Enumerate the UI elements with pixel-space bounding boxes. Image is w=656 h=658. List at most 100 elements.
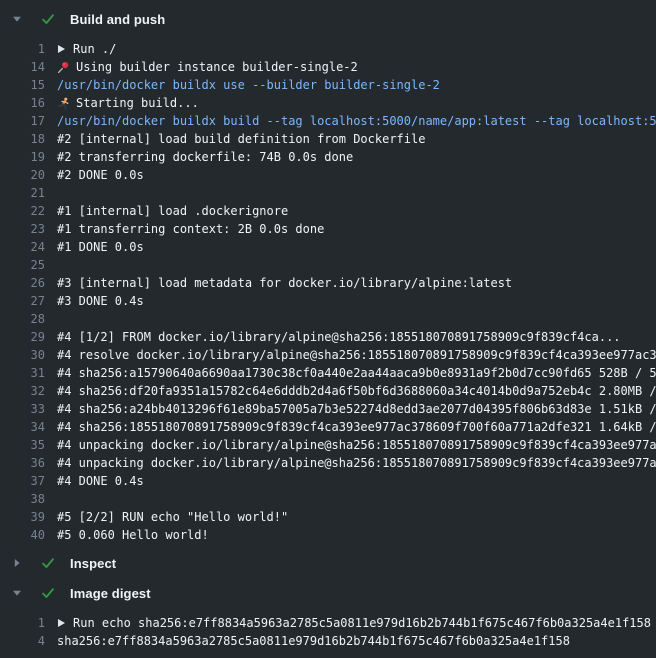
expand-group-icon[interactable] xyxy=(57,44,66,54)
line-number[interactable]: 21 xyxy=(0,184,45,202)
pushpin-icon xyxy=(57,61,70,74)
log-text-cell: #3 [internal] load metadata for docker.i… xyxy=(57,274,512,292)
line-number[interactable]: 25 xyxy=(0,256,45,274)
line-number[interactable]: 39 xyxy=(0,508,45,526)
line-number[interactable]: 37 xyxy=(0,472,45,490)
line-number[interactable]: 18 xyxy=(0,130,45,148)
line-number[interactable]: 29 xyxy=(0,328,45,346)
log-text: #4 sha256:a24bb4013296f61e89ba57005a7b3e… xyxy=(57,400,656,418)
log-text: #4 sha256:185518070891758909c9f839cf4ca3… xyxy=(57,418,656,436)
log-line: 1Run echo sha256:e7ff8834a5963a2785c5a08… xyxy=(0,614,656,632)
log-text-cell: #2 transferring dockerfile: 74B 0.0s don… xyxy=(57,148,353,166)
line-number[interactable]: 35 xyxy=(0,436,45,454)
step-header-image-digest[interactable]: Image digest xyxy=(0,578,656,608)
log-line: 4 sha256:e7ff8834a5963a2785c5a0811e979d16… xyxy=(0,632,656,650)
line-number[interactable]: 20 xyxy=(0,166,45,184)
log-text: #5 [2/2] RUN echo "Hello world!" xyxy=(57,508,288,526)
log-line: 23 #1 transferring context: 2B 0.0s done xyxy=(0,220,656,238)
log-text-cell: #4 DONE 0.4s xyxy=(57,472,144,490)
log-line: 38 xyxy=(0,490,656,508)
line-number[interactable]: 19 xyxy=(0,148,45,166)
log-line: 32#4 sha256:df20fa9351a15782c64e6dddb2d4… xyxy=(0,382,656,400)
step-header-inspect[interactable]: Inspect xyxy=(0,548,656,578)
step-title: Build and push xyxy=(70,12,165,27)
line-number[interactable]: 1 xyxy=(0,40,45,58)
line-number[interactable]: 33 xyxy=(0,400,45,418)
log-text-cell: #1 transferring context: 2B 0.0s done xyxy=(57,220,324,238)
log-text: #1 DONE 0.0s xyxy=(57,238,144,256)
log-line: 1 Run ./ xyxy=(0,40,656,58)
log-text: Using builder instance builder-single-2 xyxy=(76,58,358,76)
log-line: 20 #2 DONE 0.0s xyxy=(0,166,656,184)
line-number[interactable]: 14 xyxy=(0,58,45,76)
line-number[interactable]: 17 xyxy=(0,112,45,130)
line-number[interactable]: 15 xyxy=(0,76,45,94)
log-line: 14 Using builder instance builder-single-… xyxy=(0,58,656,76)
line-number[interactable]: 30 xyxy=(0,346,45,364)
line-number[interactable]: 40 xyxy=(0,526,45,544)
line-number[interactable]: 32 xyxy=(0,382,45,400)
log-text: #4 resolve docker.io/library/alpine@sha2… xyxy=(57,346,656,364)
log-text-cell: #5 0.060 Hello world! xyxy=(57,526,209,544)
line-number[interactable]: 36 xyxy=(0,454,45,472)
log-text-cell: sha256:e7ff8834a5963a2785c5a0811e979d16b… xyxy=(57,632,570,650)
log-line: 21 xyxy=(0,184,656,202)
line-number[interactable]: 34 xyxy=(0,418,45,436)
log-text: #4 DONE 0.4s xyxy=(57,472,144,490)
log-text-cell: #4 resolve docker.io/library/alpine@sha2… xyxy=(57,346,656,364)
log-text: #2 [internal] load build definition from… xyxy=(57,130,425,148)
log-text-cell: #4 unpacking docker.io/library/alpine@sh… xyxy=(57,436,656,454)
log-line: 39 #5 [2/2] RUN echo "Hello world!" xyxy=(0,508,656,526)
log-text-cell: Run ./ xyxy=(57,40,116,58)
log-line: 35 #4 unpacking docker.io/library/alpine@… xyxy=(0,436,656,454)
runner-icon xyxy=(57,97,70,110)
log-line: 18 #2 [internal] load build definition fr… xyxy=(0,130,656,148)
line-number[interactable]: 16 xyxy=(0,94,45,112)
line-number[interactable]: 26 xyxy=(0,274,45,292)
log-line: 25 xyxy=(0,256,656,274)
chevron-down-icon xyxy=(10,14,23,24)
log-text-cell: #4 [1/2] FROM docker.io/library/alpine@s… xyxy=(57,328,621,346)
line-number[interactable]: 4 xyxy=(0,632,45,650)
line-number[interactable]: 31 xyxy=(0,364,45,382)
line-number[interactable]: 1 xyxy=(0,614,45,632)
log-text-cell: /usr/bin/docker buildx use --builder bui… xyxy=(57,76,440,94)
log-text: Run ./ xyxy=(73,40,116,58)
log-text-cell: #4 unpacking docker.io/library/alpine@sh… xyxy=(57,454,656,472)
chevron-right-icon xyxy=(10,558,23,568)
log-text-cell: #4 sha256:a24bb4013296f61e89ba57005a7b3e… xyxy=(57,400,656,418)
line-number[interactable]: 24 xyxy=(0,238,45,256)
log-line: 33 #4 sha256:a24bb4013296f61e89ba57005a7b… xyxy=(0,400,656,418)
chevron-down-icon xyxy=(10,588,23,598)
log-line: 40 #5 0.060 Hello world! xyxy=(0,526,656,544)
step-title: Image digest xyxy=(70,586,151,601)
workflow-log-viewer: Build and push 1Run ./14Using builder in… xyxy=(0,0,656,654)
log-text: #3 [internal] load metadata for docker.i… xyxy=(57,274,512,292)
log-text: /usr/bin/docker buildx use --builder bui… xyxy=(57,76,440,94)
expand-group-icon[interactable] xyxy=(57,618,66,628)
log-line: 17/usr/bin/docker buildx build --tag loc… xyxy=(0,112,656,130)
log-text: #3 DONE 0.4s xyxy=(57,292,144,310)
line-number[interactable]: 27 xyxy=(0,292,45,310)
log-text-cell: #2 [internal] load build definition from… xyxy=(57,130,425,148)
log-line: 19 #2 transferring dockerfile: 74B 0.0s d… xyxy=(0,148,656,166)
line-number[interactable]: 23 xyxy=(0,220,45,238)
line-number[interactable]: 38 xyxy=(0,490,45,508)
log-text-cell: #1 [internal] load .dockerignore xyxy=(57,202,288,220)
log-text: /usr/bin/docker buildx build --tag local… xyxy=(57,112,656,130)
log-text: #1 transferring context: 2B 0.0s done xyxy=(57,220,324,238)
step-header-build-and-push[interactable]: Build and push xyxy=(0,4,656,34)
line-number[interactable]: 28 xyxy=(0,310,45,328)
log-text-cell: #5 [2/2] RUN echo "Hello world!" xyxy=(57,508,288,526)
log-line: 15/usr/bin/docker buildx use --builder b… xyxy=(0,76,656,94)
log-text: #2 DONE 0.0s xyxy=(57,166,144,184)
log-text-cell: #3 DONE 0.4s xyxy=(57,292,144,310)
log-line: 31#4 sha256:a15790640a6690aa1730c38cf0a4… xyxy=(0,364,656,382)
log-text: Starting build... xyxy=(76,94,199,112)
log-line: 37 #4 DONE 0.4s xyxy=(0,472,656,490)
log-text: #2 transferring dockerfile: 74B 0.0s don… xyxy=(57,148,353,166)
log-text: #4 unpacking docker.io/library/alpine@sh… xyxy=(57,454,656,472)
log-line: 22 #1 [internal] load .dockerignore xyxy=(0,202,656,220)
line-number[interactable]: 22 xyxy=(0,202,45,220)
log-text: #4 unpacking docker.io/library/alpine@sh… xyxy=(57,436,656,454)
